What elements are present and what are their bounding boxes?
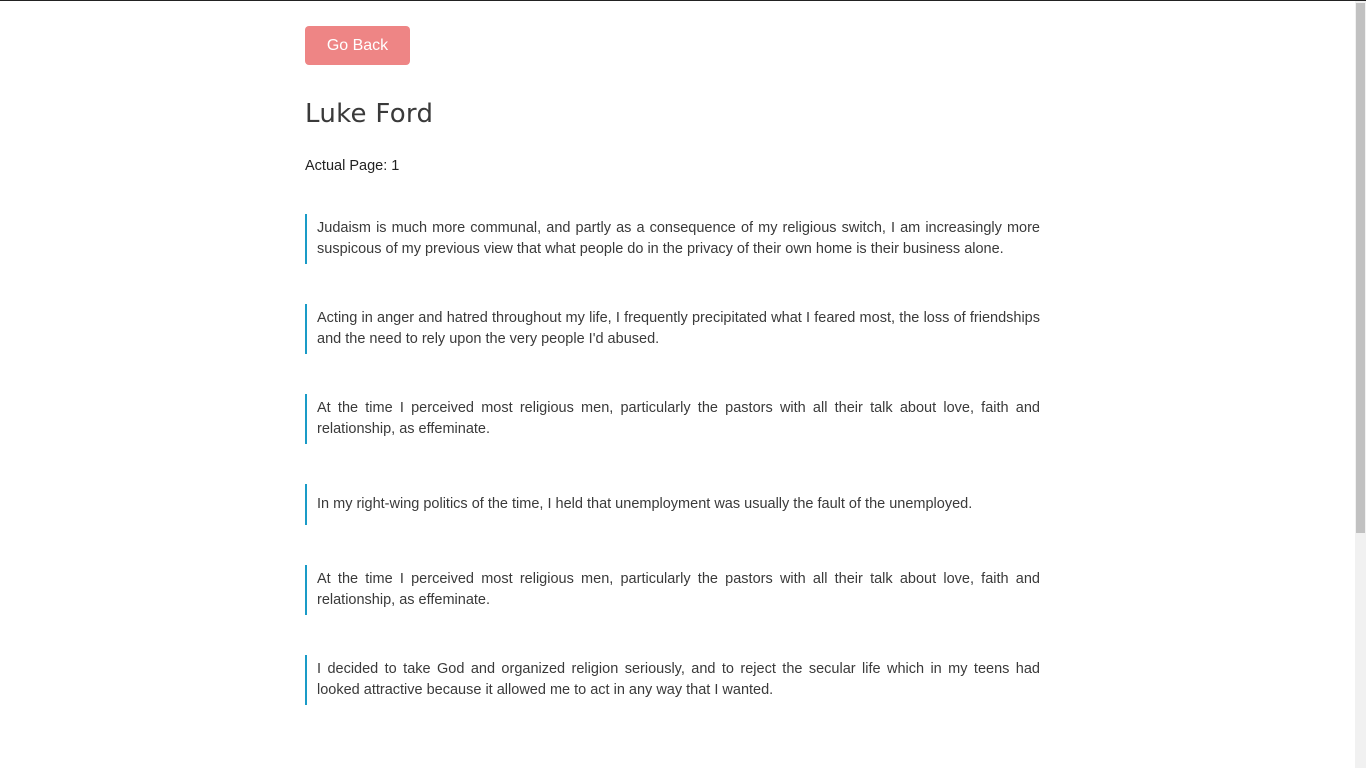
quote-item: I decided to take God and organized reli…: [305, 655, 1040, 705]
quote-item: Acting in anger and hatred throughout my…: [305, 304, 1040, 354]
quote-item: In my right-wing politics of the time, I…: [305, 484, 1040, 525]
quote-list: Judaism is much more communal, and partl…: [305, 214, 1040, 745]
quote-item: At the time I perceived most religious m…: [305, 565, 1040, 615]
actual-page-indicator: Actual Page: 1: [305, 158, 400, 174]
quote-item: At the time I perceived most religious m…: [305, 394, 1040, 444]
quote-item: Judaism is much more communal, and partl…: [305, 214, 1040, 264]
scrollbar-thumb[interactable]: [1356, 3, 1365, 533]
vertical-scrollbar[interactable]: [1355, 1, 1366, 768]
author-name-heading: Luke Ford: [305, 99, 434, 129]
go-back-button[interactable]: Go Back: [305, 26, 410, 65]
page: Go Back Luke Ford Actual Page: 1 Judaism…: [0, 0, 1355, 768]
